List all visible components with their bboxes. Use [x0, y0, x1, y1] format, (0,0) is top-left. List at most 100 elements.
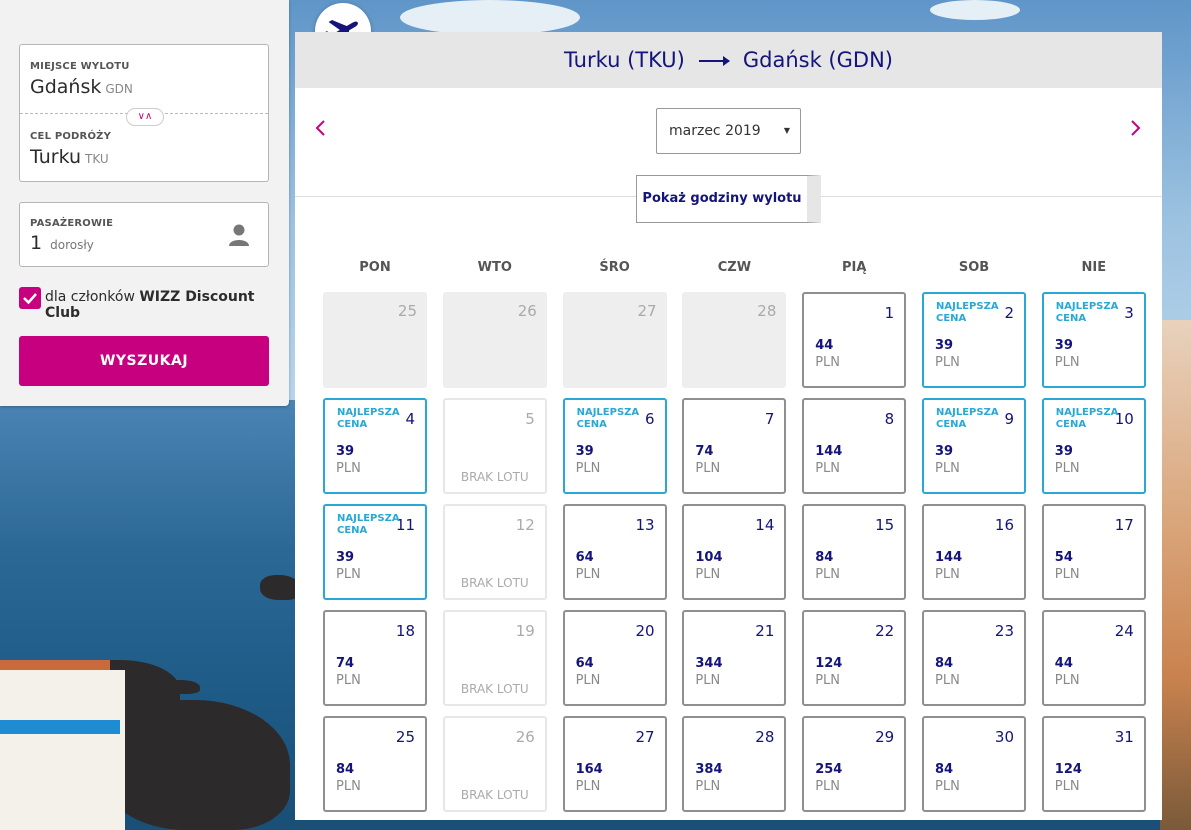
calendar-day[interactable]: 25 84 PLN	[323, 716, 427, 812]
day-number: 19	[515, 622, 535, 640]
wdc-checkbox[interactable]	[19, 287, 41, 309]
calendar-day[interactable]: 1 44 PLN	[802, 292, 907, 388]
day-number: 5	[525, 410, 535, 428]
route-from: Turku (TKU)	[564, 48, 685, 72]
origin-label: MIEJSCE WYLOTU	[30, 61, 130, 72]
previous-month-button[interactable]	[314, 118, 326, 144]
calendar-panel: Turku (TKU) Gdańsk (GDN) marzec 2019 ▼ Po…	[295, 32, 1162, 820]
calendar-day: 26 BRAK LOTU	[442, 716, 547, 812]
day-currency: PLN	[575, 673, 601, 688]
calendar-day[interactable]: 8 144 PLN	[802, 398, 907, 494]
best-price-badge: NAJLEPSZA CENA	[936, 407, 999, 430]
day-number: 26	[515, 728, 535, 746]
calendar-day[interactable]: 16 144 PLN	[922, 504, 1026, 600]
calendar-day[interactable]: 6 NAJLEPSZA CENA 39 PLN	[562, 398, 667, 494]
month-select[interactable]: marzec 2019 ▼	[656, 108, 801, 154]
calendar-day: 12 BRAK LOTU	[442, 504, 547, 600]
calendar-day[interactable]: 29 254 PLN	[802, 716, 907, 812]
passengers-count: 1	[30, 232, 43, 254]
no-flight-label: BRAK LOTU	[460, 788, 529, 802]
day-currency: PLN	[1054, 355, 1080, 370]
background-rock	[160, 680, 200, 694]
day-price: 84	[935, 762, 954, 777]
no-flight-label: BRAK LOTU	[460, 576, 529, 590]
day-price: 84	[935, 656, 954, 671]
search-button[interactable]: WYSZUKAJ	[19, 336, 269, 386]
day-currency: PLN	[935, 779, 960, 794]
caret-down-icon: ▼	[783, 126, 790, 135]
day-currency: PLN	[695, 779, 721, 794]
day-price: 74	[336, 656, 355, 671]
calendar-day[interactable]: 28 384 PLN	[682, 716, 787, 812]
destination-code: TKU	[85, 152, 109, 166]
calendar-day[interactable]: 31 124 PLN	[1041, 716, 1146, 812]
day-price: 104	[695, 550, 723, 565]
calendar-day[interactable]: 23 84 PLN	[922, 610, 1026, 706]
day-currency: PLN	[575, 567, 601, 582]
calendar-day[interactable]: 3 NAJLEPSZA CENA 39 PLN	[1041, 292, 1146, 388]
calendar-day: 25	[323, 292, 427, 388]
day-price: 84	[815, 550, 834, 565]
day-number: 30	[994, 728, 1014, 746]
calendar-day[interactable]: 2 NAJLEPSZA CENA 39 PLN	[922, 292, 1026, 388]
calendar-day[interactable]: 27 164 PLN	[562, 716, 667, 812]
calendar-day[interactable]: 7 74 PLN	[682, 398, 787, 494]
day-number: 15	[875, 516, 895, 534]
route-fields: MIEJSCE WYLOTU Gdańsk GDN ∨∧ CEL PODRÓŻY …	[19, 44, 269, 182]
no-flight-label: BRAK LOTU	[460, 470, 529, 484]
day-number: 27	[637, 302, 657, 320]
day-number: 28	[755, 728, 775, 746]
weekday-header: PON WTO ŚRO CZW PIĄ SOB NIE	[323, 260, 1143, 276]
day-currency: PLN	[336, 673, 361, 688]
calendar-day[interactable]: 18 74 PLN	[323, 610, 427, 706]
calendar-day[interactable]: 17 54 PLN	[1041, 504, 1146, 600]
destination-city: Turku	[30, 146, 82, 168]
day-number: 6	[645, 410, 655, 428]
calendar-day[interactable]: 15 84 PLN	[802, 504, 907, 600]
day-number: 12	[515, 516, 535, 534]
swap-route-button[interactable]: ∨∧	[126, 108, 164, 126]
day-currency: PLN	[935, 673, 960, 688]
day-number: 25	[395, 728, 415, 746]
best-price-badge: NAJLEPSZA CENA	[936, 301, 999, 324]
calendar-day[interactable]: 22 124 PLN	[802, 610, 907, 706]
day-currency: PLN	[935, 461, 960, 476]
day-currency: PLN	[815, 779, 840, 794]
day-price: 39	[935, 338, 954, 353]
day-price: 384	[695, 762, 723, 777]
calendar-day[interactable]: 13 64 PLN	[562, 504, 667, 600]
day-currency: PLN	[815, 567, 840, 582]
weekday-label: WTO	[477, 260, 512, 275]
day-currency: PLN	[935, 567, 960, 582]
day-currency: PLN	[336, 567, 361, 582]
calendar-day[interactable]: 4 NAJLEPSZA CENA 39 PLN	[323, 398, 427, 494]
calendar-day[interactable]: 21 344 PLN	[682, 610, 787, 706]
day-number: 17	[1114, 516, 1134, 534]
day-price: 39	[935, 444, 954, 459]
day-price: 39	[1054, 338, 1073, 353]
origin-field[interactable]: Gdańsk GDN	[30, 76, 133, 98]
calendar-day[interactable]: 11 NAJLEPSZA CENA 39 PLN	[323, 504, 427, 600]
calendar-day[interactable]: 20 64 PLN	[562, 610, 667, 706]
passengers-field[interactable]: PASAŻEROWIE 1 dorosły	[19, 202, 269, 267]
day-price: 44	[815, 338, 834, 353]
calendar-day[interactable]: 14 104 PLN	[682, 504, 787, 600]
next-month-button[interactable]	[1130, 118, 1142, 144]
calendar-day[interactable]: 24 44 PLN	[1041, 610, 1146, 706]
passengers-value: 1 dorosły	[30, 232, 94, 254]
day-number: 24	[1114, 622, 1134, 640]
show-departure-times-button[interactable]: Pokaż godziny wylotu	[636, 175, 821, 223]
calendar-day[interactable]: 10 NAJLEPSZA CENA 39 PLN	[1041, 398, 1146, 494]
calendar-day[interactable]: 9 NAJLEPSZA CENA 39 PLN	[922, 398, 1026, 494]
destination-field[interactable]: Turku TKU	[30, 146, 109, 168]
day-currency: PLN	[1054, 673, 1080, 688]
route-header: Turku (TKU) Gdańsk (GDN)	[295, 32, 1162, 88]
origin-city: Gdańsk	[30, 76, 102, 98]
day-number: 27	[635, 728, 655, 746]
weekday-label: NIE	[1081, 260, 1107, 275]
day-number: 4	[405, 410, 415, 428]
day-currency: PLN	[336, 779, 361, 794]
day-currency: PLN	[1054, 779, 1080, 794]
calendar-day: 19 BRAK LOTU	[442, 610, 547, 706]
calendar-day[interactable]: 30 84 PLN	[922, 716, 1026, 812]
